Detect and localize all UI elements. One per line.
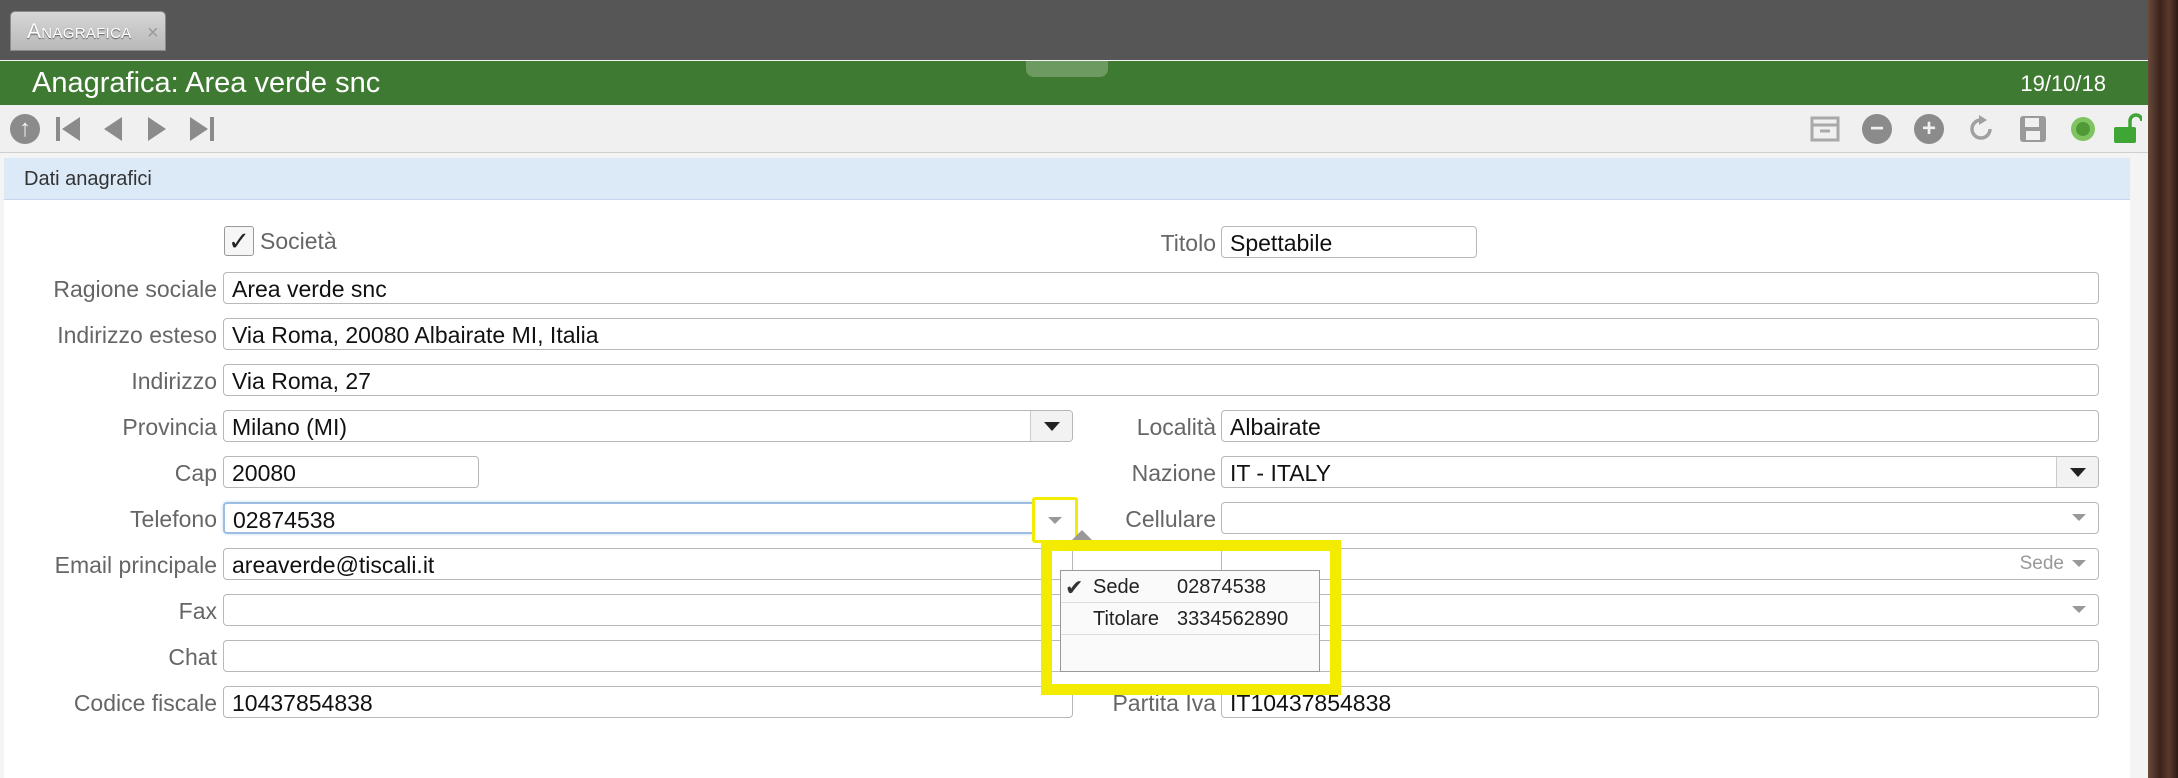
unlock-icon[interactable] (2110, 112, 2144, 146)
provincia-dropdown-icon[interactable] (1030, 411, 1072, 441)
collapse-handle[interactable] (1026, 61, 1108, 77)
chat-label: Chat (168, 644, 217, 670)
up-circle-icon[interactable]: ↑ (8, 112, 42, 146)
telefono-label: Telefono (130, 506, 217, 532)
plus-circle-icon[interactable]: + (1912, 112, 1946, 146)
tab-close-icon[interactable]: × (147, 22, 159, 45)
nazione-label: Nazione (1131, 460, 1216, 486)
provincia-select[interactable]: Milano (MI) (223, 410, 1073, 442)
societa-label: Società (260, 228, 337, 254)
codice-fiscale-label: Codice fiscale (73, 690, 217, 716)
save-icon[interactable] (2016, 112, 2050, 146)
background-edge (2148, 0, 2178, 778)
titolo-field[interactable]: Spettabile (1221, 226, 1477, 258)
email-type-label: Sede (2019, 553, 2064, 574)
localita-label: Località (1136, 414, 1216, 440)
next-record-icon[interactable] (140, 112, 174, 146)
provincia-value: Milano (MI) (232, 414, 348, 440)
section-header: Dati anagrafici (4, 158, 2130, 200)
cellulare-label: Cellulare (1125, 506, 1216, 532)
tab-label: Anagrafica (27, 20, 132, 43)
codice-fiscale-field[interactable]: 10437854838 (223, 686, 1073, 718)
previous-record-icon[interactable] (96, 112, 130, 146)
app-window: Anagrafica × Anagrafica: Area verde snc … (0, 0, 2148, 778)
header-date: 19/10/18 (2020, 71, 2106, 96)
email-label: Email principale (54, 552, 217, 578)
cellulare-field[interactable] (1221, 502, 2099, 534)
nazione-value: IT - ITALY (1230, 460, 1331, 486)
archive-icon[interactable] (1808, 112, 1842, 146)
tab-anagrafica[interactable]: Anagrafica × (10, 11, 166, 51)
tab-bar: Anagrafica × (0, 0, 2148, 60)
fax-dropdown-icon[interactable] (2072, 606, 2086, 613)
societa-checkbox[interactable]: ✓ (224, 226, 254, 256)
fax-field[interactable] (223, 594, 1073, 626)
ragione-sociale-label: Ragione sociale (53, 276, 217, 302)
email-type-dropdown-icon[interactable] (2072, 560, 2086, 567)
page-title: Anagrafica: Area verde snc (32, 67, 381, 99)
minus-circle-icon[interactable]: − (1860, 112, 1894, 146)
fax-label: Fax (178, 598, 217, 624)
telefono-field[interactable]: 02874538 (223, 502, 1073, 534)
highlight-box (1041, 540, 1341, 695)
fax-secondary-field[interactable] (1221, 594, 2099, 626)
status-dot-icon (2066, 112, 2100, 146)
partita-iva-field[interactable]: IT10437854838 (1221, 686, 2099, 718)
cap-field[interactable]: 20080 (223, 456, 479, 488)
nazione-select[interactable]: IT - ITALY (1221, 456, 2099, 488)
email-field[interactable]: areaverde@tiscali.it (223, 548, 1073, 580)
record-header: Anagrafica: Area verde snc 19/10/18 (0, 61, 2148, 105)
indirizzo-esteso-label: Indirizzo esteso (57, 322, 217, 348)
localita-field[interactable]: Albairate (1221, 410, 2099, 442)
cellulare-dropdown-icon[interactable] (2072, 514, 2086, 521)
indirizzo-esteso-field[interactable]: Via Roma, 20080 Albairate MI, Italia (223, 318, 2099, 350)
nazione-dropdown-icon[interactable] (2056, 457, 2098, 487)
provincia-label: Provincia (122, 414, 217, 440)
cap-label: Cap (174, 460, 217, 486)
indirizzo-field[interactable]: Via Roma, 27 (223, 364, 2099, 396)
first-record-icon[interactable] (52, 112, 86, 146)
last-record-icon[interactable] (184, 112, 218, 146)
toolbar: ↑ − + (0, 105, 2148, 153)
refresh-icon[interactable] (1964, 112, 1998, 146)
indirizzo-label: Indirizzo (131, 368, 217, 394)
email-secondary-field[interactable]: Sede (1221, 548, 2099, 580)
titolo-label: Titolo (1160, 230, 1216, 256)
ragione-sociale-field[interactable]: Area verde snc (223, 272, 2099, 304)
